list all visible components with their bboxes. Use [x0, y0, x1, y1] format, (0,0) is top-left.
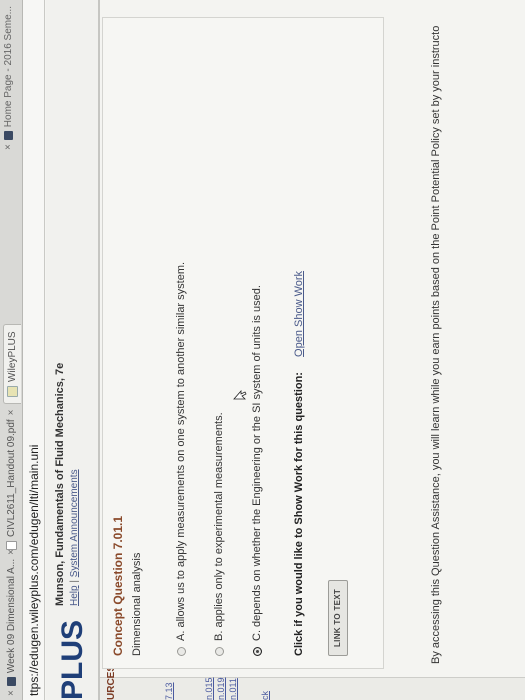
- close-icon[interactable]: ×: [6, 409, 17, 415]
- close-icon[interactable]: ×: [3, 144, 14, 150]
- page-icon: [4, 131, 13, 141]
- sidebar-item-011[interactable]: n.011: [228, 678, 238, 700]
- tab-week09[interactable]: × Week 09 Dimensional A... ×: [3, 549, 20, 696]
- option-label: B. applies only to experimental measurem…: [213, 412, 225, 641]
- wileyplus-logo: PLUS: [56, 619, 89, 700]
- header-links: Help | System Announcements: [69, 469, 80, 606]
- tab-label: Home Page - 2016 Seme...: [3, 6, 14, 128]
- help-link[interactable]: Help: [69, 585, 80, 606]
- question-title: Concept Question 7.01.1: [111, 515, 125, 656]
- option-label: A. allows us to apply measurements on on…: [175, 261, 187, 641]
- tab-wileyplus[interactable]: WileyPLUS: [3, 324, 21, 404]
- show-work-prompt: Click if you would like to Show Work for…: [293, 372, 305, 656]
- main-content: Concept Question 7.01.1 Dimensional anal…: [100, 0, 525, 674]
- mouse-pointer-icon: [233, 390, 247, 400]
- close-icon[interactable]: ×: [6, 690, 17, 696]
- resources-sidebar: URCES 7.13 n.015 n.019 n.011 ck: [100, 665, 525, 700]
- page-icon: [7, 677, 16, 687]
- tab-label: Week 09 Dimensional A...: [6, 558, 17, 674]
- sidebar-item-015[interactable]: n.015: [204, 677, 214, 700]
- question-assistance-notice: By accessing this Question Assistance, y…: [430, 25, 442, 664]
- sidebar-item-7-13[interactable]: 7.13: [164, 682, 174, 700]
- question-panel: Concept Question 7.01.1 Dimensional anal…: [102, 17, 384, 669]
- url-text: ttps://edugen.wileyplus.com/edugen/lti/m…: [27, 444, 41, 696]
- option-c[interactable]: C. depends on whether the Engineering or…: [251, 285, 263, 656]
- photo-stage: × Week 09 Dimensional A... × CIVL2611_Ha…: [0, 0, 525, 700]
- system-announcements-link[interactable]: System Announcements: [69, 469, 80, 577]
- browser-window: × Week 09 Dimensional A... × CIVL2611_Ha…: [0, 0, 525, 700]
- option-a[interactable]: A. allows us to apply measurements on on…: [175, 262, 187, 656]
- link-to-text-button[interactable]: LINK TO TEXT: [328, 579, 348, 656]
- link-separator: |: [69, 577, 80, 583]
- tab-label: WileyPLUS: [7, 331, 18, 382]
- address-bar[interactable]: ttps://edugen.wileyplus.com/edugen/lti/m…: [23, 0, 45, 700]
- sidebar-item-ck[interactable]: ck: [260, 691, 270, 700]
- option-label: C. depends on whether the Engineering or…: [251, 285, 263, 641]
- radio-button[interactable]: [214, 647, 224, 656]
- document-icon: [6, 541, 17, 550]
- tab-bar: × Week 09 Dimensional A... × CIVL2611_Ha…: [0, 0, 23, 700]
- wileyplus-header: PLUS Munson, Fundamentals of Fluid Mecha…: [46, 0, 100, 700]
- open-show-work-link[interactable]: Open Show Work: [293, 271, 305, 357]
- show-work-row: Click if you would like to Show Work for…: [293, 271, 305, 656]
- option-b[interactable]: B. applies only to experimental measurem…: [213, 412, 225, 656]
- radio-button[interactable]: [176, 647, 186, 656]
- radio-button-selected[interactable]: [252, 647, 262, 656]
- question-subtitle: Dimensional analysis: [131, 552, 143, 656]
- sidebar-item-019[interactable]: n.019: [216, 677, 226, 700]
- tab-handout-pdf[interactable]: CIVL2611_Handout 09.pdf ×: [3, 409, 20, 550]
- tab-home-page[interactable]: × Home Page - 2016 Seme...: [3, 6, 14, 150]
- tab-label: CIVL2611_Handout 09.pdf: [6, 419, 17, 537]
- book-title: Munson, Fundamentals of Fluid Mechanics,…: [54, 362, 66, 606]
- wileyplus-icon: [7, 386, 18, 397]
